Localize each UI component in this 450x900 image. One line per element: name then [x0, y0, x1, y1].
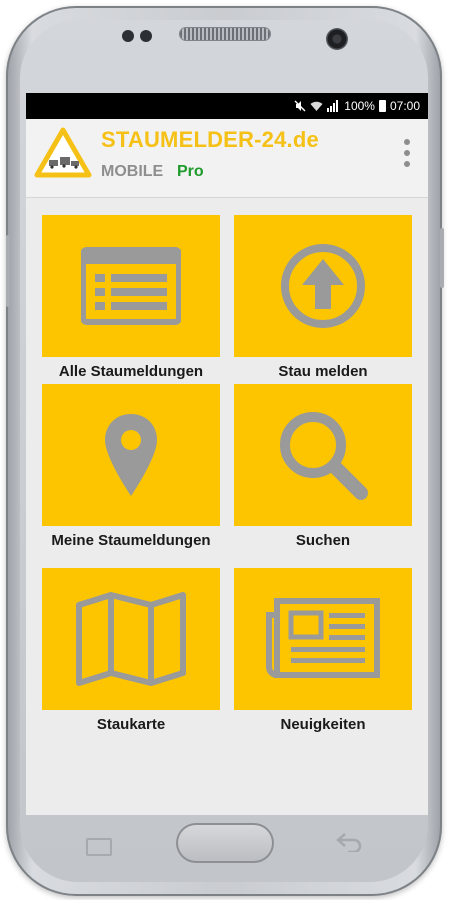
folded-map-icon	[76, 592, 186, 686]
pro-badge: Pro	[177, 163, 204, 180]
back-icon[interactable]	[336, 832, 362, 852]
tile-staukarte[interactable]: Staukarte	[42, 568, 220, 733]
tile-box[interactable]	[42, 215, 220, 357]
map-pin-icon	[105, 414, 157, 496]
tile-box[interactable]	[42, 568, 220, 710]
app-title: STAUMELDER-24.de	[101, 127, 319, 152]
front-camera	[326, 28, 348, 50]
battery-icon	[378, 100, 386, 112]
tile-alle-staumeldungen[interactable]: Alle Staumeldungen	[42, 215, 220, 380]
power-button	[440, 228, 444, 288]
tile-neuigkeiten[interactable]: Neuigkeiten	[234, 568, 412, 733]
signal-icon	[327, 100, 339, 112]
recent-apps-icon[interactable]	[86, 838, 112, 856]
sensor-dots	[122, 30, 152, 42]
status-icons: 100% 07:00	[294, 99, 420, 113]
upload-arrow-icon	[281, 244, 365, 328]
overflow-menu-icon[interactable]	[404, 139, 412, 167]
tile-label: Alle Staumeldungen	[58, 363, 204, 380]
screen: 100% 07:00 STAUMELDER-24.de MOBILE Pro A…	[26, 93, 428, 815]
earpiece-speaker	[180, 28, 270, 40]
tile-box[interactable]	[234, 568, 412, 710]
battery-percent: 100%	[344, 99, 375, 113]
tile-suchen[interactable]: Suchen	[234, 384, 412, 549]
app-header: STAUMELDER-24.de MOBILE Pro	[26, 119, 428, 198]
clock: 07:00	[389, 99, 420, 113]
search-icon	[280, 412, 368, 500]
tile-label: Neuigkeiten	[280, 716, 366, 733]
newspaper-icon	[266, 598, 380, 678]
wifi-icon	[310, 101, 323, 111]
tile-stau-melden[interactable]: Stau melden	[234, 215, 412, 380]
tile-box[interactable]	[234, 384, 412, 526]
tile-label: Suchen	[295, 532, 351, 549]
volume-button	[6, 235, 10, 307]
tile-meine-staumeldungen[interactable]: Meine Staumeldungen	[42, 384, 220, 549]
tile-box[interactable]	[234, 215, 412, 357]
home-button[interactable]	[176, 823, 274, 863]
tile-label: Staukarte	[96, 716, 166, 733]
traffic-warning-logo-icon	[34, 127, 92, 178]
app-subtitle: MOBILE	[101, 163, 164, 180]
mute-icon	[294, 100, 306, 112]
tile-label: Meine Staumeldungen	[51, 532, 211, 549]
list-icon	[81, 247, 181, 325]
status-bar: 100% 07:00	[26, 93, 428, 119]
tile-label: Stau melden	[278, 363, 368, 380]
tile-box[interactable]	[42, 384, 220, 526]
